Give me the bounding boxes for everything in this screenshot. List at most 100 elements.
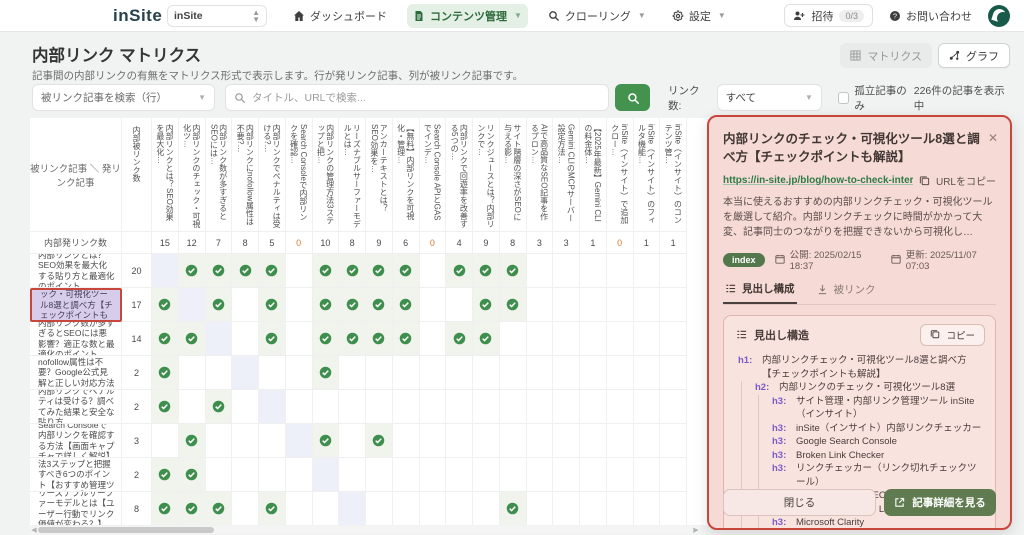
matrix-cell[interactable] [285,356,313,390]
isolated-checkbox-wrap[interactable]: 孤立記事のみ [837,83,914,113]
row-filter-select[interactable]: 被リンク記事を検索（行） ▼ [32,84,215,111]
matrix-cell[interactable] [473,322,500,356]
row-label[interactable]: 内部リンク数が多すぎるとSEOには悪影響？適正な数と最適化のポイント [30,322,122,356]
matrix-cell[interactable] [312,254,340,288]
matrix-cell[interactable] [205,288,233,322]
matrix-cell[interactable] [152,424,179,458]
search-button[interactable] [614,84,651,111]
matrix-cell[interactable] [393,492,420,525]
matrix-cell[interactable] [285,288,313,322]
matrix-cell[interactable] [339,356,366,390]
matrix-cell[interactable] [633,424,661,458]
matrix-cell[interactable] [205,254,233,288]
matrix-cell[interactable] [178,424,206,458]
matrix-cell[interactable] [660,322,687,356]
matrix-cell[interactable] [205,390,233,424]
matrix-cell[interactable] [473,356,500,390]
matrix-cell[interactable] [312,424,340,458]
matrix-cell[interactable] [392,458,420,492]
matrix-cell[interactable] [259,288,286,322]
avatar[interactable] [988,4,1010,27]
horizontal-scrollbar[interactable]: ◀ ▶ [30,526,700,534]
matrix-cell[interactable] [152,390,179,424]
matrix-cell[interactable] [606,254,634,288]
matrix-cell[interactable] [580,356,607,390]
matrix-cell[interactable] [580,288,607,322]
matrix-cell[interactable] [285,424,313,458]
scroll-left-icon[interactable]: ◀ [30,526,38,534]
search-box[interactable] [224,84,609,111]
row-label[interactable]: 内部リンクの管理方法3ステップと把握すべき6つのポイント【おすすめ管理ツールも紹… [30,458,122,492]
matrix-cell[interactable] [178,254,206,288]
nav-dashboard[interactable]: ダッシュボード [287,4,393,28]
tab-backlinks[interactable]: 被リンク [815,281,878,304]
matrix-cell[interactable] [633,254,661,288]
matrix-cell[interactable] [419,356,447,390]
close-icon[interactable]: ✕ [988,131,998,145]
matrix-cell[interactable] [526,356,554,390]
matrix-cell[interactable] [660,254,687,288]
matrix-cell[interactable] [285,458,313,492]
matrix-cell[interactable] [446,254,473,288]
invite-button[interactable]: 招待 0/3 [784,4,873,27]
matrix-cell[interactable] [339,390,366,424]
matrix-cell[interactable] [499,492,527,525]
matrix-cell[interactable] [580,458,607,492]
matrix-cell[interactable] [580,390,607,424]
matrix-cell[interactable] [205,322,233,356]
matrix-cell[interactable] [473,254,500,288]
matrix-cell[interactable] [285,254,313,288]
scroll-right-icon[interactable]: ▶ [692,526,700,534]
matrix-cell[interactable] [339,424,366,458]
matrix-cell[interactable] [313,492,340,525]
search-input[interactable] [251,91,600,104]
article-url-link[interactable]: https://in-site.jp/blog/how-to-check-int… [723,175,913,186]
matrix-cell[interactable] [285,390,313,424]
matrix-cell[interactable] [178,492,206,525]
matrix-cell[interactable] [633,356,661,390]
matrix-cell[interactable] [419,458,447,492]
matrix-cell[interactable] [259,322,286,356]
matrix-cell[interactable] [606,322,634,356]
view-matrix-button[interactable]: マトリクス [840,43,932,68]
nav-settings[interactable]: 設定 ▼ [666,4,732,28]
matrix-cell[interactable] [392,424,420,458]
matrix-cell[interactable] [553,458,580,492]
scrollbar-thumb[interactable] [38,527,214,533]
copy-url-button[interactable]: URLをコピー [936,173,996,188]
matrix-cell[interactable] [232,492,259,525]
matrix-cell[interactable] [553,288,580,322]
view-article-detail-button[interactable]: 記事詳細を見る [884,489,996,516]
matrix-cell[interactable] [152,492,179,525]
matrix-cell[interactable] [446,424,473,458]
matrix-cell[interactable] [178,390,206,424]
link-count-select[interactable]: すべて ▼ [716,84,822,111]
matrix-cell[interactable] [178,288,206,322]
matrix-cell[interactable] [499,322,527,356]
matrix-cell[interactable] [446,390,473,424]
isolated-checkbox[interactable] [837,91,850,104]
row-label[interactable]: 内部リンクでペナルティは受ける？調べてみた結果と安全な貼り方 [30,390,122,424]
matrix-cell[interactable] [392,322,420,356]
matrix-cell[interactable] [660,458,687,492]
matrix-cell[interactable] [366,288,393,322]
matrix-cell[interactable] [553,424,580,458]
matrix-cell[interactable] [606,458,634,492]
matrix-cell[interactable] [446,322,473,356]
matrix-cell[interactable] [205,424,233,458]
matrix-cell[interactable] [660,390,687,424]
matrix-cell[interactable] [580,322,607,356]
matrix-cell[interactable] [259,356,286,390]
matrix-cell[interactable] [473,458,500,492]
matrix-cell[interactable] [259,254,286,288]
matrix-cell[interactable] [634,492,661,525]
matrix-cell[interactable] [633,288,661,322]
matrix-cell[interactable] [473,492,500,525]
copy-headings-button[interactable]: コピー [920,324,985,347]
matrix-cell[interactable] [312,356,340,390]
close-button[interactable]: 閉じる [723,489,877,516]
matrix-cell[interactable] [526,288,554,322]
matrix-cell[interactable] [205,492,233,525]
matrix-cell[interactable] [259,424,286,458]
matrix-cell[interactable] [339,492,366,525]
